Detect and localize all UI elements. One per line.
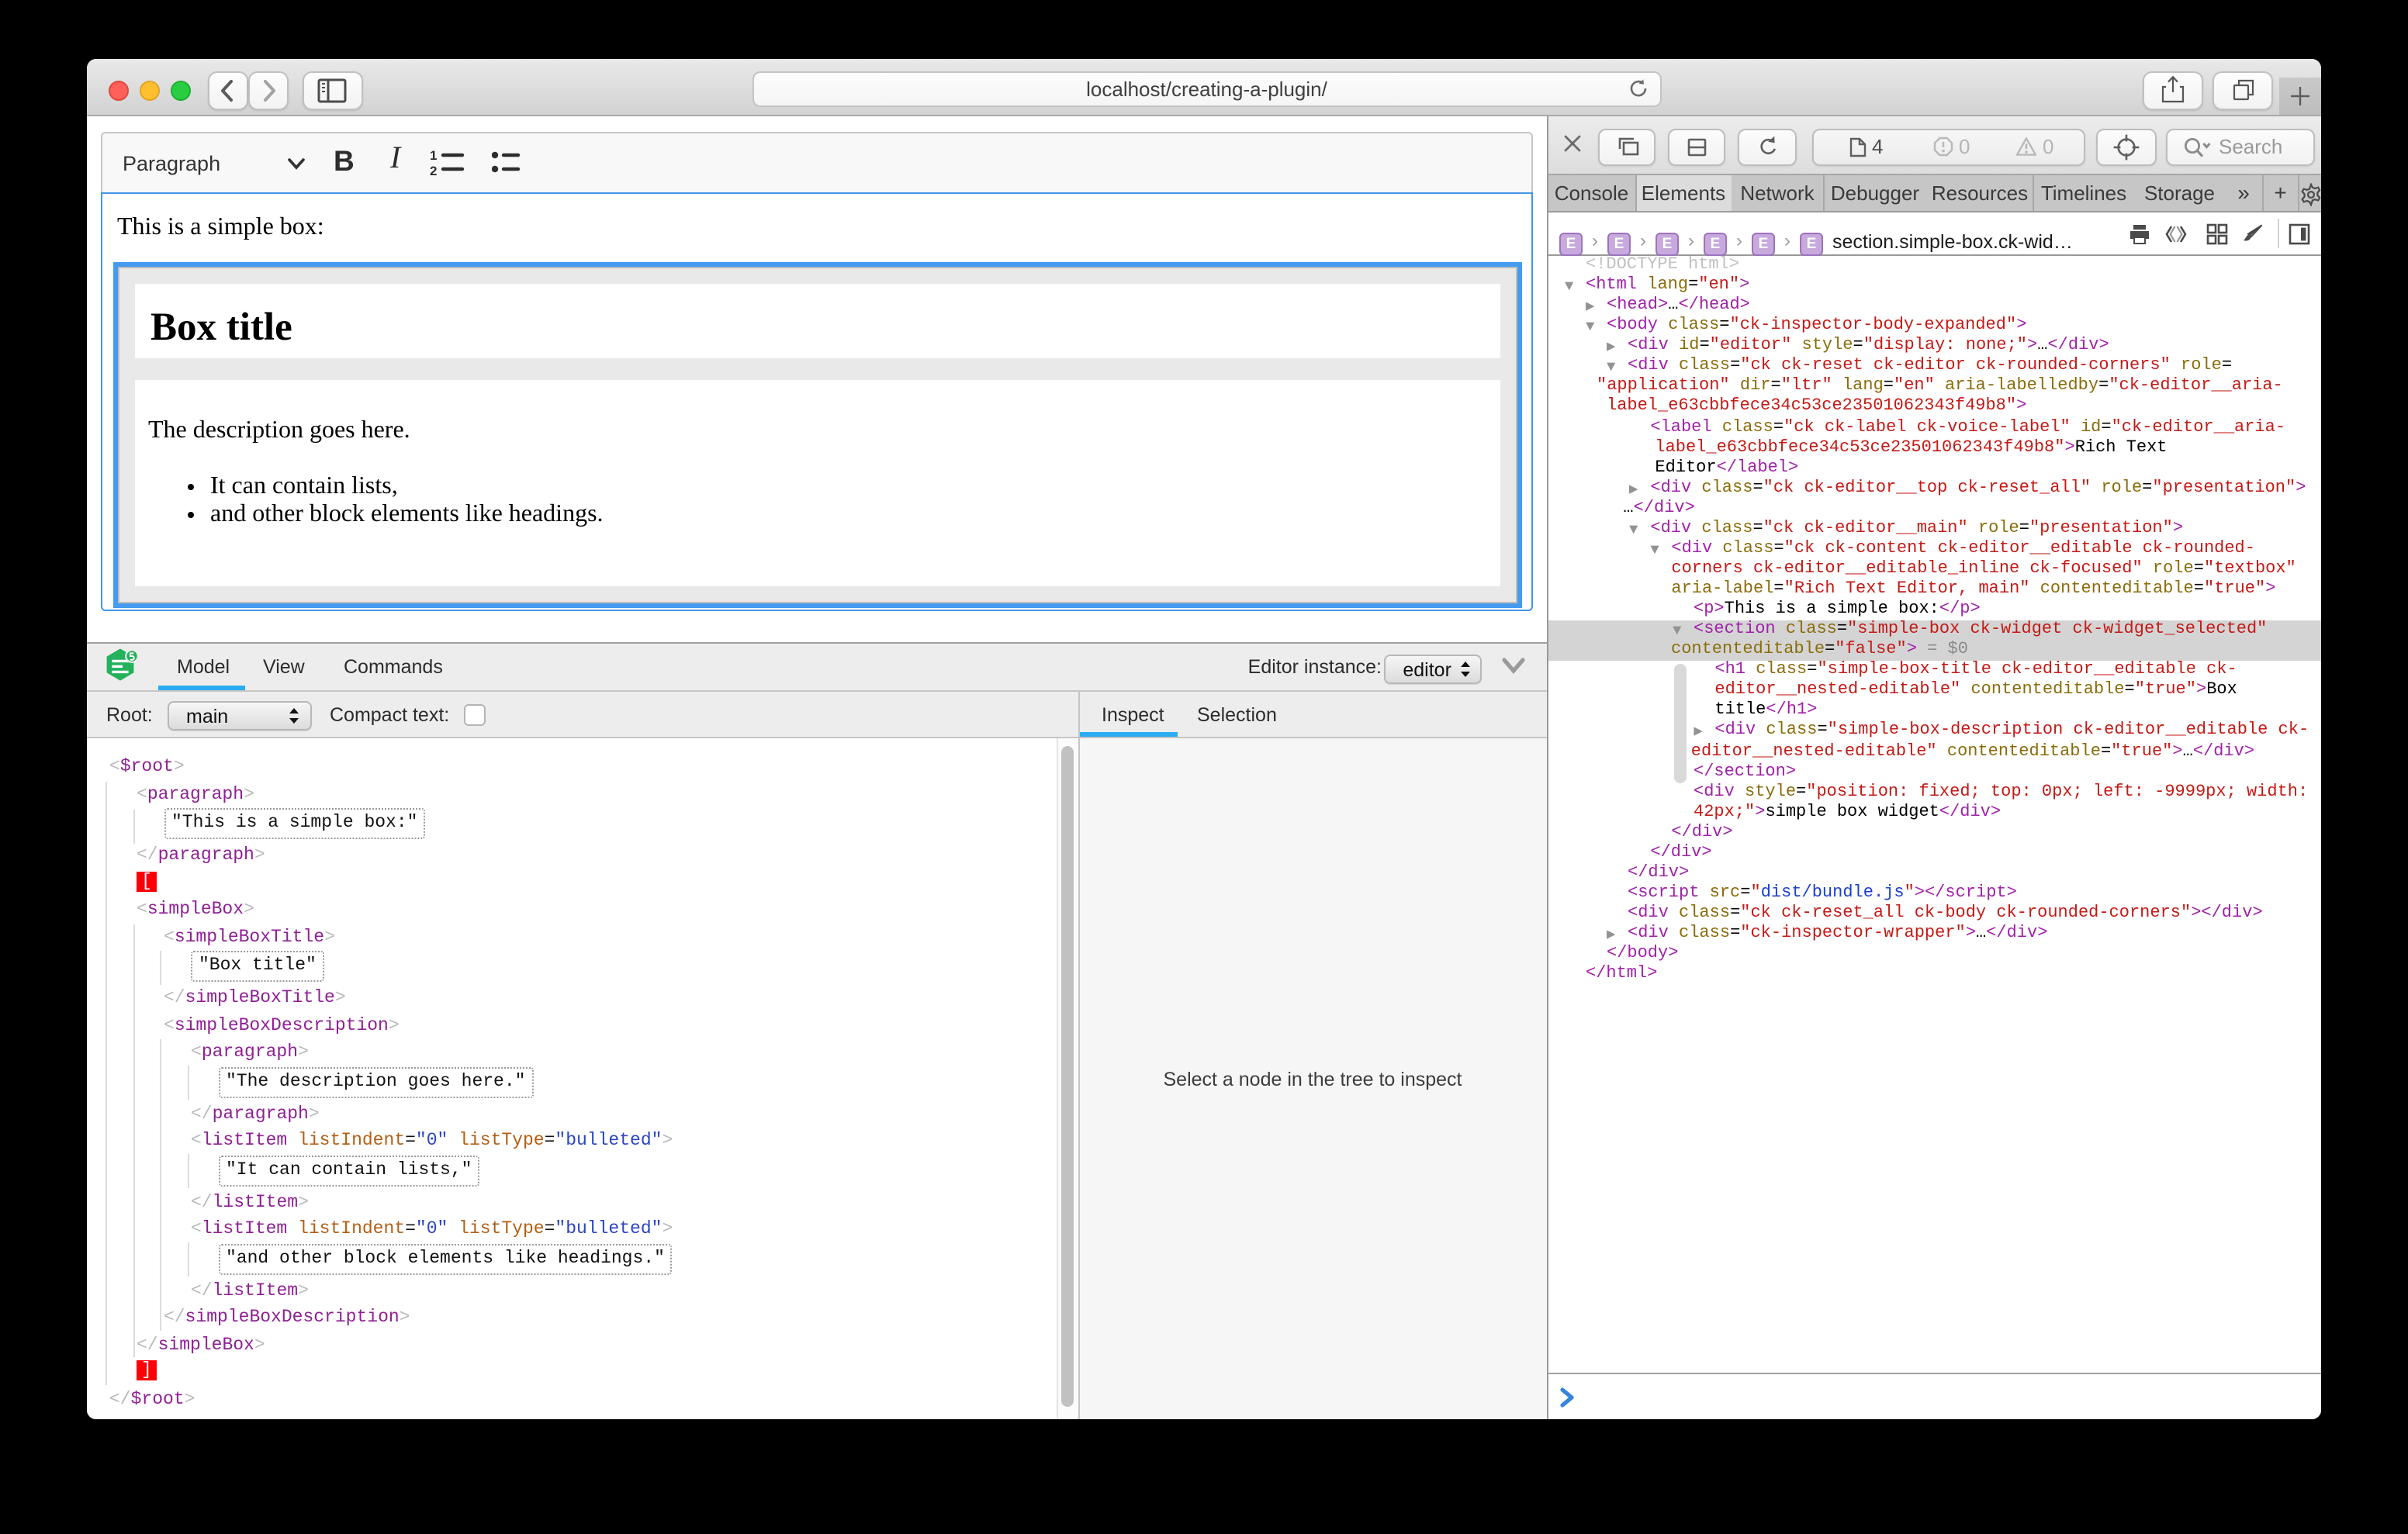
svg-text:1: 1 <box>429 149 436 163</box>
svg-text:2: 2 <box>429 164 436 177</box>
